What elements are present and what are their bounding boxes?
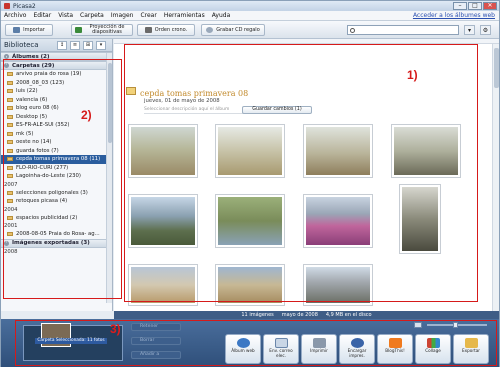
slideshow-button[interactable]: Proyección de diapositivas — [71, 24, 133, 36]
search-input[interactable] — [347, 25, 459, 35]
menu-imagen[interactable]: Imagen — [111, 12, 134, 19]
close-button[interactable]: ✕ — [483, 2, 497, 10]
tree-view-icon[interactable]: ⊞ — [83, 41, 93, 50]
menu-vista[interactable]: Vista — [58, 12, 73, 19]
menu-herramientas[interactable]: Herramientas — [164, 12, 205, 19]
toolbar: Importar Proyección de diapositivas Orde… — [1, 21, 499, 39]
gear-icon[interactable]: ⚙ — [480, 25, 491, 35]
photo-scrollbar[interactable] — [492, 44, 499, 311]
maximize-button[interactable]: □ — [468, 2, 482, 10]
list-view-icon[interactable]: ≡ — [70, 41, 80, 50]
import-label: Importar — [23, 26, 45, 33]
annotation-box-sidebar — [3, 59, 122, 299]
status-count: 11 imágenes — [241, 312, 274, 318]
scrollbar-thumb[interactable] — [494, 48, 499, 88]
menu-editar[interactable]: Editar — [33, 12, 51, 19]
sidebar-menu-icon[interactable]: ▾ — [96, 41, 106, 50]
signin-link[interactable]: Acceder a los álbumes web — [413, 12, 495, 19]
burn-cd-button[interactable]: Grabar CD regalo — [201, 24, 265, 36]
status-size: 4,9 MB en el disco — [325, 312, 372, 318]
menu-crear[interactable]: Crear — [140, 12, 156, 19]
timeline-icon — [144, 27, 152, 33]
collapse-icon[interactable]: ↕ — [57, 41, 67, 50]
window-title: Picasa2 — [13, 2, 36, 10]
menu-carpeta[interactable]: Carpeta — [80, 12, 104, 19]
status-date: mayo de 2008 — [281, 312, 318, 318]
annotation-label-3: 3) — [110, 322, 121, 336]
menu-ayuda[interactable]: Ayuda — [212, 12, 231, 19]
burn-cd-label: Grabar CD regalo — [216, 26, 260, 33]
slideshow-label: Proyección de diapositivas — [89, 24, 125, 35]
annotation-label-2: 2) — [81, 108, 92, 122]
annotation-label-1: 1) — [407, 68, 418, 82]
library-title: Biblioteca — [4, 41, 39, 49]
search-options-icon[interactable]: ▾ — [464, 25, 475, 35]
minimize-button[interactable]: – — [453, 2, 467, 10]
search-icon — [350, 28, 355, 33]
timeline-button[interactable]: Orden crono. — [137, 24, 195, 36]
cd-icon — [206, 27, 214, 33]
menu-archivo[interactable]: Archivo — [4, 12, 26, 19]
annotation-box-main — [124, 44, 478, 302]
library-header: Biblioteca ↕ ≡ ⊞ ▾ — [1, 39, 112, 52]
picasa-window: Picasa2 – □ ✕ Archivo Editar Vista Carpe… — [0, 0, 500, 367]
menu-bar: Archivo Editar Vista Carpeta Imagen Crea… — [1, 11, 499, 21]
import-button[interactable]: Importar — [5, 24, 53, 36]
status-bar: 11 imágenes mayo de 2008 4,9 MB en el di… — [114, 311, 499, 319]
timeline-label: Orden crono. — [154, 26, 188, 33]
title-bar: Picasa2 – □ ✕ — [1, 1, 499, 11]
picasa-logo-icon — [4, 3, 10, 9]
play-icon — [75, 27, 82, 33]
import-icon — [13, 27, 21, 33]
selection-label: Carpeta Seleccionada: 11 fotos — [35, 338, 107, 344]
